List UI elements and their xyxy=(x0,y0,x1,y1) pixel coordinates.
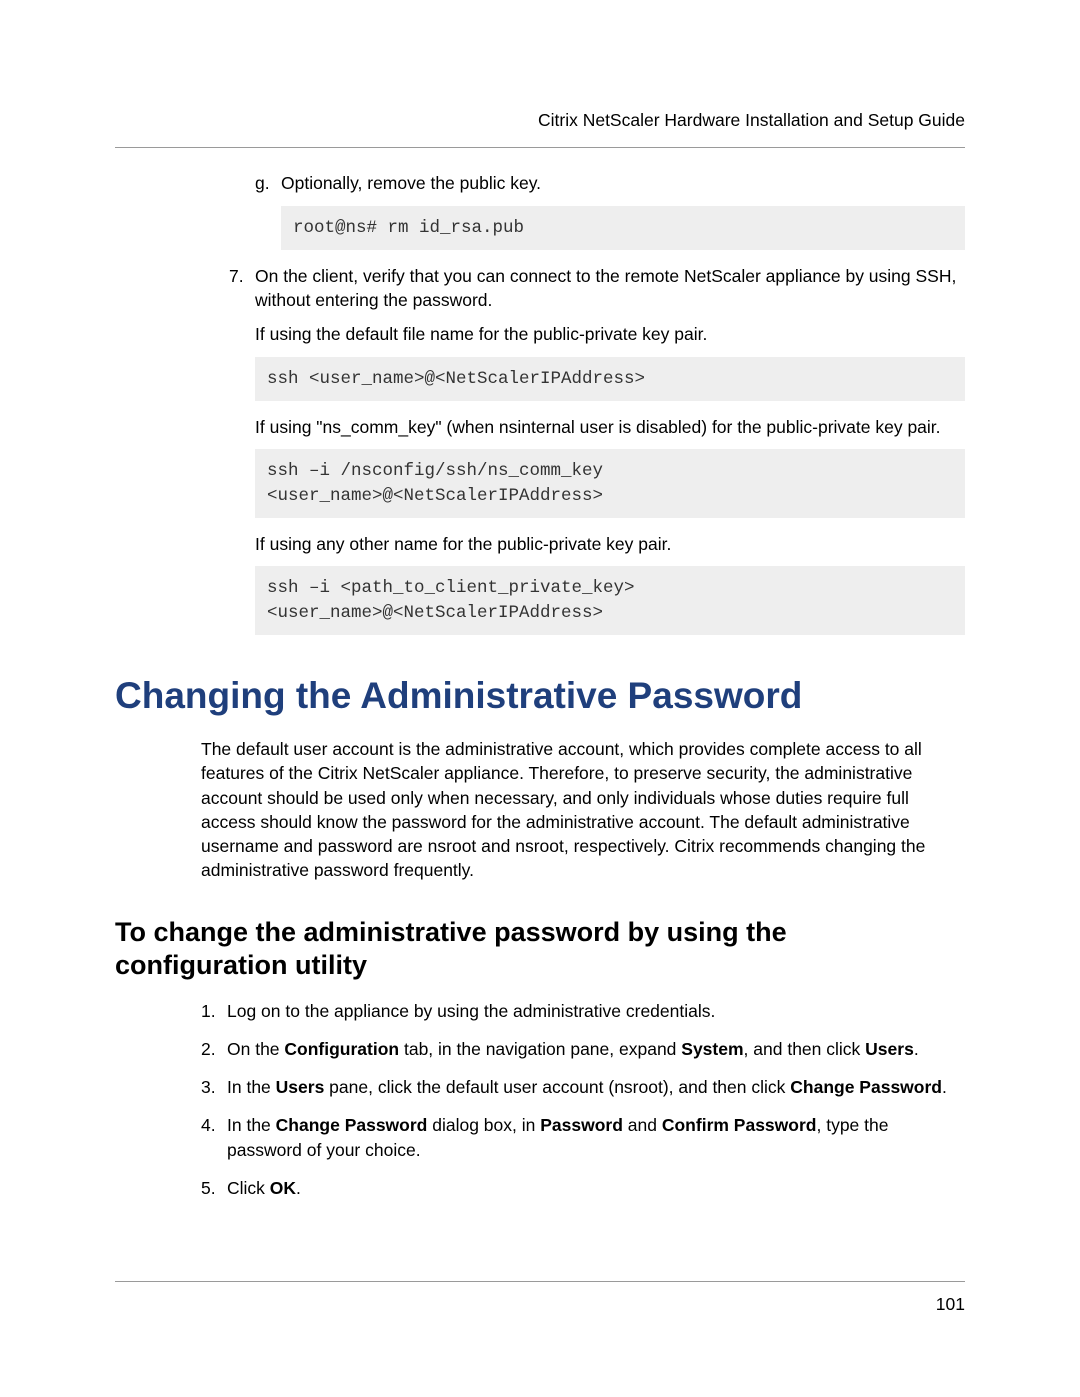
step-5: 5. Click OK. xyxy=(201,1176,965,1200)
code-block: ssh –i /nsconfig/ssh/ns_comm_key <user_n… xyxy=(255,449,965,518)
list-text: On the client, verify that you can conne… xyxy=(255,264,965,312)
list-text: On the Configuration tab, in the navigat… xyxy=(227,1037,919,1061)
code-block: ssh –i <path_to_client_private_key> <use… xyxy=(255,566,965,635)
list-marker: 7. xyxy=(229,264,255,312)
step-7: 7. On the client, verify that you can co… xyxy=(229,264,965,312)
list-text: Optionally, remove the public key. xyxy=(281,172,541,196)
list-text: Click OK. xyxy=(227,1176,301,1200)
steps-list: 1. Log on to the appliance by using the … xyxy=(201,999,965,1200)
page: Citrix NetScaler Hardware Installation a… xyxy=(0,0,1080,1397)
code-block: root@ns# rm id_rsa.pub xyxy=(281,206,965,251)
list-marker: 3. xyxy=(201,1075,227,1099)
footer-rule xyxy=(115,1281,965,1282)
code-block: ssh <user_name>@<NetScalerIPAddress> xyxy=(255,357,965,402)
list-marker: 4. xyxy=(201,1113,227,1161)
list-marker: 5. xyxy=(201,1176,227,1200)
substep-g: g. Optionally, remove the public key. xyxy=(255,172,965,196)
list-marker: g. xyxy=(255,172,281,196)
list-marker: 1. xyxy=(201,999,227,1023)
step-1: 1. Log on to the appliance by using the … xyxy=(201,999,965,1023)
step-4: 4. In the Change Password dialog box, in… xyxy=(201,1113,965,1161)
heading-1: Changing the Administrative Password xyxy=(115,675,965,717)
continued-list: g. Optionally, remove the public key. ro… xyxy=(229,172,965,635)
list-text: Log on to the appliance by using the adm… xyxy=(227,999,715,1023)
paragraph: If using the default file name for the p… xyxy=(255,322,965,346)
paragraph: If using "ns_comm_key" (when nsinternal … xyxy=(255,415,965,439)
page-footer: 101 xyxy=(115,1281,965,1315)
step-2: 2. On the Configuration tab, in the navi… xyxy=(201,1037,965,1061)
list-marker: 2. xyxy=(201,1037,227,1061)
list-text: In the Change Password dialog box, in Pa… xyxy=(227,1113,965,1161)
paragraph: If using any other name for the public-p… xyxy=(255,532,965,556)
intro-paragraph: The default user account is the administ… xyxy=(201,737,965,882)
header-rule xyxy=(115,147,965,148)
list-text: In the Users pane, click the default use… xyxy=(227,1075,947,1099)
running-header: Citrix NetScaler Hardware Installation a… xyxy=(115,110,965,131)
step-3: 3. In the Users pane, click the default … xyxy=(201,1075,965,1099)
heading-2: To change the administrative password by… xyxy=(115,916,965,981)
page-number: 101 xyxy=(115,1294,965,1315)
